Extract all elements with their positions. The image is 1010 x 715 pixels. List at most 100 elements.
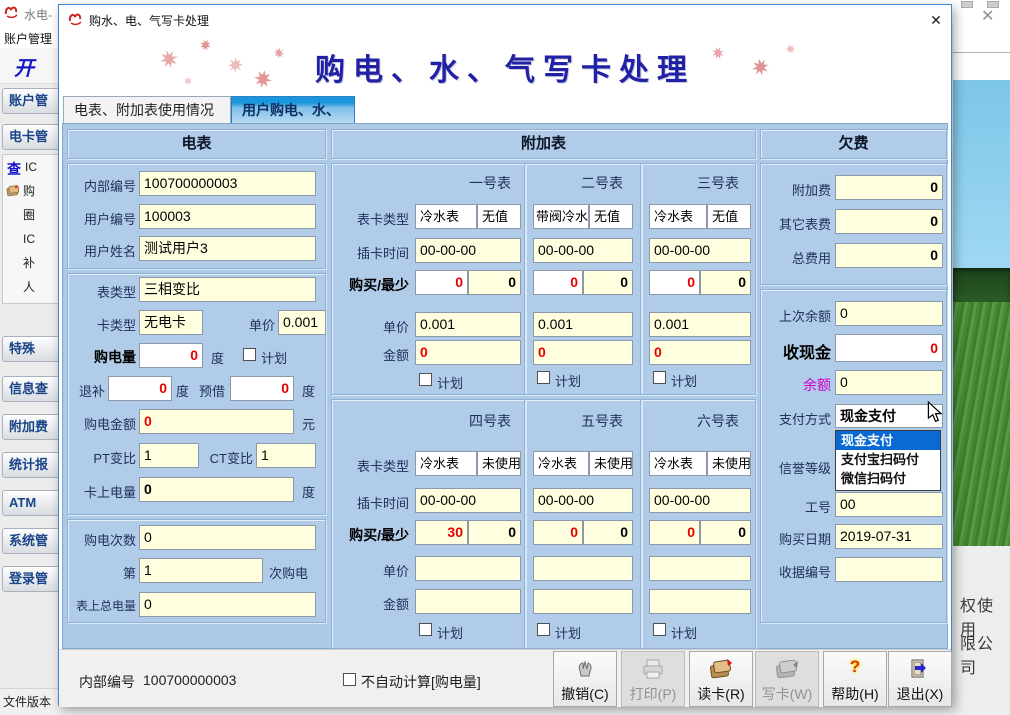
last-balance-field[interactable]: 0 (835, 301, 943, 326)
sidebar-item-atm[interactable]: ATM (2, 490, 64, 516)
exit-button[interactable]: 退出(X) (888, 651, 952, 707)
addon4-type2-field[interactable]: 未使用 (477, 451, 521, 476)
addon5-price-field[interactable] (533, 556, 633, 581)
addon4-time-field[interactable]: 00-00-00 (415, 488, 521, 513)
addon2-amount-field[interactable]: 0 (533, 340, 633, 365)
addon3-min-field[interactable]: 0 (700, 270, 751, 295)
toolbar-open-account-icon[interactable]: 开 (14, 52, 34, 81)
dialog-close-icon[interactable]: ✕ (923, 9, 949, 31)
addon3-plan-checkbox[interactable] (653, 371, 666, 384)
addon6-amount-field[interactable] (649, 589, 751, 614)
sidebar-item-addon-fee[interactable]: 附加费 (2, 414, 64, 440)
purchase-date-field[interactable]: 2019-07-31 (835, 524, 943, 549)
submenu-item-reissue[interactable]: 补 (3, 251, 63, 275)
tab-meter-usage[interactable]: 电表、附加表使用情况 (63, 96, 231, 124)
dropdown-option-alipay[interactable]: 支付宝扫码付 (836, 450, 940, 469)
no-autocalc-checkbox[interactable] (343, 673, 356, 686)
addon5-buy-field[interactable]: 0 (533, 520, 583, 545)
card-type-field[interactable]: 无电卡 (139, 310, 203, 335)
addon4-min-field[interactable]: 0 (468, 520, 521, 545)
addon3-buy-field[interactable]: 0 (649, 270, 700, 295)
card-energy-field[interactable]: 0 (139, 477, 294, 502)
pt-ratio-field[interactable]: 1 (139, 443, 199, 468)
user-name-field[interactable]: 测试用户3 (139, 236, 316, 261)
dropdown-option-wechat[interactable]: 微信扫码付 (836, 469, 940, 488)
other-fee-field[interactable]: 0 (835, 209, 943, 234)
addon2-type-field[interactable]: 带阀冷水 (533, 204, 589, 229)
undo-button[interactable]: 撤销(C) (553, 651, 617, 707)
addon4-price-field[interactable] (415, 556, 521, 581)
cash-field[interactable]: 0 (835, 334, 943, 362)
addon6-time-field[interactable]: 00-00-00 (649, 488, 751, 513)
addon5-min-field[interactable]: 0 (583, 520, 633, 545)
addon3-type2-field[interactable]: 无值 (707, 204, 751, 229)
addon2-type2-field[interactable]: 无值 (589, 204, 633, 229)
buy-count-field[interactable]: 0 (139, 525, 316, 550)
addon3-amount-field[interactable]: 0 (649, 340, 751, 365)
addon6-plan-checkbox[interactable] (653, 623, 666, 636)
addon1-amount-field[interactable]: 0 (415, 340, 521, 365)
meter-plan-checkbox[interactable] (243, 348, 256, 361)
meter-type-field[interactable]: 三相变比 (139, 277, 316, 302)
submenu-item-circle[interactable]: 圈 (3, 203, 63, 227)
meter-total-field[interactable]: 0 (139, 592, 316, 617)
addon4-buy-field[interactable]: 30 (415, 520, 468, 545)
addon4-type-field[interactable]: 冷水表 (415, 451, 477, 476)
sidebar-item-account-mgmt[interactable]: 账户管 (2, 88, 64, 114)
addon3-time-field[interactable]: 00-00-00 (649, 238, 751, 263)
prelend-field[interactable]: 0 (230, 376, 294, 401)
mdi-close-icon[interactable]: ✕ (981, 8, 994, 26)
addon6-type-field[interactable]: 冷水表 (649, 451, 707, 476)
addon6-min-field[interactable]: 0 (700, 520, 751, 545)
read-card-button[interactable]: 读卡(R) (689, 651, 753, 707)
addon2-time-field[interactable]: 00-00-00 (533, 238, 633, 263)
addon5-plan-checkbox[interactable] (537, 623, 550, 636)
addon2-min-field[interactable]: 0 (583, 270, 633, 295)
worker-id-field[interactable]: 00 (835, 492, 943, 517)
submenu-item-query[interactable]: 查查 ICIC (3, 155, 63, 179)
addon2-plan-checkbox[interactable] (537, 371, 550, 384)
purchase-amount-field[interactable]: 0 (139, 409, 294, 434)
menu-item-accounts[interactable]: 账户管理 (4, 30, 52, 47)
addon2-price-field[interactable]: 0.001 (533, 312, 633, 337)
ct-ratio-field[interactable]: 1 (256, 443, 316, 468)
unit-price-field[interactable]: 0.001 (278, 310, 326, 335)
sidebar-item-card-mgmt[interactable]: 电卡管 (2, 124, 64, 150)
addon3-price-field[interactable]: 0.001 (649, 312, 751, 337)
addon1-min-field[interactable]: 0 (468, 270, 521, 295)
help-button[interactable]: ? 帮助(H) (823, 651, 887, 707)
addon4-plan-checkbox[interactable] (419, 623, 432, 636)
addon5-time-field[interactable]: 00-00-00 (533, 488, 633, 513)
addon6-buy-field[interactable]: 0 (649, 520, 700, 545)
addon2-buy-field[interactable]: 0 (533, 270, 583, 295)
addon1-type2-field[interactable]: 无值 (477, 204, 521, 229)
submenu-item-person[interactable]: 人 (3, 275, 63, 299)
addon1-plan-checkbox[interactable] (419, 373, 432, 386)
addon1-type-field[interactable]: 冷水表 (415, 204, 477, 229)
dropdown-option-cash[interactable]: 现金支付 (836, 431, 940, 450)
refund-field[interactable]: 0 (108, 376, 172, 401)
addon1-time-field[interactable]: 00-00-00 (415, 238, 521, 263)
addon5-type2-field[interactable]: 未使用 (589, 451, 633, 476)
receipt-no-field[interactable] (835, 557, 943, 582)
addon5-amount-field[interactable] (533, 589, 633, 614)
addon6-price-field[interactable] (649, 556, 751, 581)
addon-fee-field[interactable]: 0 (835, 175, 943, 200)
internal-no-field[interactable]: 100700000003 (139, 171, 316, 196)
addon4-amount-field[interactable] (415, 589, 521, 614)
user-no-field[interactable]: 100003 (139, 204, 316, 229)
sidebar-item-statistics[interactable]: 统计报 (2, 452, 64, 478)
sidebar-item-special-card[interactable]: 特殊 (2, 336, 64, 362)
submenu-item-buy[interactable]: 购 (3, 179, 63, 203)
total-fee-field[interactable]: 0 (835, 243, 943, 268)
buy-qty-field[interactable]: 0 (139, 343, 203, 368)
addon6-type2-field[interactable]: 未使用 (707, 451, 751, 476)
addon5-type-field[interactable]: 冷水表 (533, 451, 589, 476)
sidebar-item-system-mgmt[interactable]: 系统管 (2, 528, 64, 554)
sidebar-item-info-query[interactable]: 信息查 (2, 376, 64, 402)
nth-field[interactable]: 1 (139, 558, 263, 583)
submenu-item-ic[interactable]: IC (3, 227, 63, 251)
tab-user-purchase[interactable]: 用户购电、水、气 (231, 96, 355, 124)
sidebar-item-login-mgmt[interactable]: 登录管 (2, 566, 64, 592)
addon1-price-field[interactable]: 0.001 (415, 312, 521, 337)
